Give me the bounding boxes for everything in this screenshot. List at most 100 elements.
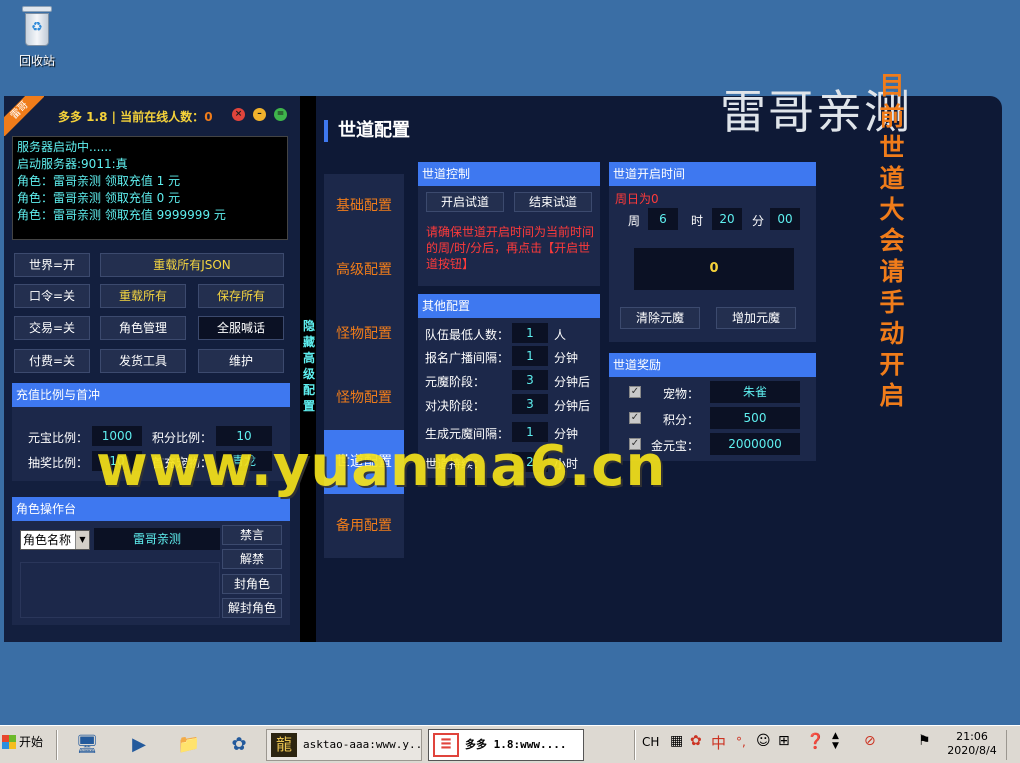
taskbar: 开始 🖥 ▶ 📁 ✿ 龍 asktao-aaa:www.y... ≡ 多多 1.… <box>0 725 1020 763</box>
points-reward-input[interactable]: 500 <box>710 407 800 429</box>
nav-monster-config[interactable]: 怪物配置 <box>324 302 404 366</box>
unban-role-button[interactable]: 解封角色 <box>222 598 282 618</box>
team-min-input[interactable]: 1 <box>512 323 548 343</box>
yuanmo-stage-label: 元魔阶段： <box>425 375 486 389</box>
team-min-label: 队伍最低人数： <box>425 328 510 342</box>
points-reward-checkbox[interactable]: ✓ <box>629 412 641 424</box>
yuanmo-count-display: 0 <box>634 248 794 290</box>
world-toggle-button[interactable]: 世界=开 <box>14 253 90 277</box>
tray-expand-icon[interactable]: ▲ ▼ <box>832 731 839 751</box>
site-watermark: www.yuanma6.cn <box>96 434 667 499</box>
minute-label: 分 <box>752 214 765 228</box>
minimize-icon[interactable]: – <box>253 108 266 121</box>
flag-icon[interactable]: ⚑ <box>918 733 931 749</box>
keyboard-icon[interactable]: ▦ <box>670 733 683 749</box>
yuanmo-stage-unit: 分钟后 <box>554 375 591 389</box>
gold-reward-input[interactable]: 2000000 <box>710 433 800 455</box>
cloud-app-icon[interactable]: ✿ <box>226 732 252 758</box>
shidao-warning-text: 请确保世道开启时间为当前时间的周/时/分后，再点击【开启世道按钮】 <box>426 225 595 271</box>
taskbar-item-asktao[interactable]: 龍 asktao-aaa:www.y... <box>266 729 422 761</box>
signup-broadcast-label: 报名广播间隔： <box>425 351 510 365</box>
yuanmo-stage-input[interactable]: 3 <box>512 370 548 390</box>
language-indicator[interactable]: CH <box>642 735 659 749</box>
side-notice: 目前世道大会请手动开启 <box>879 71 905 410</box>
ime-mode-indicator[interactable]: 中 <box>711 732 726 753</box>
unmute-button[interactable]: 解禁 <box>222 549 282 569</box>
broadcast-button[interactable]: 全服喊话 <box>198 316 284 340</box>
duel-stage-unit: 分钟后 <box>554 399 591 413</box>
ship-tool-button[interactable]: 发货工具 <box>100 349 186 373</box>
chevron-down-icon: ▼ <box>75 531 89 549</box>
close-icon[interactable]: × <box>232 108 245 121</box>
role-console-header: 角色操作台 <box>12 497 290 521</box>
log-line: 角色：雷哥亲测 领取充值 9999999 元 <box>17 208 226 222</box>
save-all-button[interactable]: 保存所有 <box>198 284 284 308</box>
log-line: 启动服务器:9011:真 <box>17 157 128 171</box>
nav-advanced-config[interactable]: 高级配置 <box>324 238 404 302</box>
hidden-advanced-config-toggle[interactable]: 隐藏高级配置 <box>302 318 316 414</box>
punctuation-icon[interactable]: °, <box>736 735 746 749</box>
server-log[interactable]: 服务器启动中...... 启动服务器:9011:真 角色：雷哥亲测 领取充值 1… <box>12 136 288 240</box>
other-config-header: 其他配置 <box>418 294 600 318</box>
recharge-section-header: 充值比例与首冲 <box>12 383 290 407</box>
online-count: 0 <box>204 110 213 124</box>
corner-ribbon: 雷哥 <box>4 96 44 136</box>
taskbar-item-duoduo[interactable]: ≡ 多多 1.8:www.... <box>428 729 584 761</box>
pet-reward-checkbox[interactable]: ✓ <box>629 386 641 398</box>
role-info-area[interactable] <box>20 562 220 618</box>
maintain-button[interactable]: 维护 <box>198 349 284 373</box>
log-line: 角色：雷哥亲测 领取充值 1 元 <box>17 174 181 188</box>
reload-json-button[interactable]: 重载所有JSON <box>100 253 284 277</box>
server-manager-icon[interactable]: 🖥 <box>74 732 100 758</box>
role-management-button[interactable]: 角色管理 <box>100 316 186 340</box>
week-input[interactable]: 6 <box>648 208 678 230</box>
pet-reward-input[interactable]: 朱雀 <box>710 381 800 403</box>
sunday-note: 周日为0 <box>615 192 659 206</box>
hour-input[interactable]: 20 <box>712 208 742 230</box>
ime-logo-icon[interactable]: ✿ <box>690 733 702 749</box>
toolbox-icon[interactable]: ⊞ <box>778 733 790 749</box>
system-clock[interactable]: 21:06 2020/8/4 <box>942 730 1002 758</box>
team-min-unit: 人 <box>554 328 567 342</box>
end-trial-button[interactable]: 结束试道 <box>514 192 592 212</box>
nav-basic-config[interactable]: 基础配置 <box>324 174 404 238</box>
add-yuanmo-button[interactable]: 增加元魔 <box>716 307 796 329</box>
signup-broadcast-input[interactable]: 1 <box>512 346 548 366</box>
left-control-pane: 雷哥 多多 1.8 | 当前在线人数：0 × – = 服务器启动中...... … <box>4 96 300 642</box>
open-time-header: 世道开启时间 <box>609 162 816 186</box>
rewards-header: 世道奖励 <box>609 353 816 377</box>
windows-logo-icon <box>2 734 16 749</box>
yuanbao-ratio-label: 元宝比例： <box>28 431 89 445</box>
role-field-select[interactable]: 角色名称 ▼ <box>20 530 90 550</box>
ban-role-button[interactable]: 封角色 <box>222 574 282 594</box>
nav-backup-config[interactable]: 备用配置 <box>324 494 404 558</box>
game-app-icon: 龍 <box>271 733 297 757</box>
recycle-bin-shortcut[interactable]: ♻ 回收站 <box>14 6 60 69</box>
help-icon[interactable]: ❓ <box>806 732 825 750</box>
network-warning-icon[interactable]: ⊘ <box>864 733 876 749</box>
nav-monster-config-2[interactable]: 怪物配置 <box>324 366 404 430</box>
pet-reward-label: 宠物： <box>663 387 700 401</box>
role-name-input[interactable]: 雷哥亲测 <box>94 528 220 550</box>
maximize-icon[interactable]: = <box>274 108 287 121</box>
duoduo-app-icon: ≡ <box>433 733 459 757</box>
powershell-icon[interactable]: ▶ <box>126 732 152 758</box>
minute-input[interactable]: 00 <box>770 208 800 230</box>
shidao-control-header: 世道控制 <box>418 162 600 186</box>
start-button[interactable]: 开始 <box>2 733 43 750</box>
recycle-bin-label: 回收站 <box>18 54 55 68</box>
folder-icon[interactable]: 📁 <box>176 732 202 758</box>
paid-toggle-button[interactable]: 付费=关 <box>14 349 90 373</box>
week-label: 周 <box>628 214 641 228</box>
duel-stage-input[interactable]: 3 <box>512 394 548 414</box>
reload-all-button[interactable]: 重载所有 <box>100 284 186 308</box>
emoji-icon[interactable]: ☺ <box>756 733 771 749</box>
start-trial-button[interactable]: 开启试道 <box>426 192 504 212</box>
log-line: 服务器启动中...... <box>17 140 112 154</box>
clear-yuanmo-button[interactable]: 清除元魔 <box>620 307 700 329</box>
command-toggle-button[interactable]: 口令=关 <box>14 284 90 308</box>
mute-button[interactable]: 禁言 <box>222 525 282 545</box>
show-desktop-button[interactable] <box>1006 730 1018 760</box>
signup-broadcast-unit: 分钟 <box>554 351 579 365</box>
trade-toggle-button[interactable]: 交易=关 <box>14 316 90 340</box>
